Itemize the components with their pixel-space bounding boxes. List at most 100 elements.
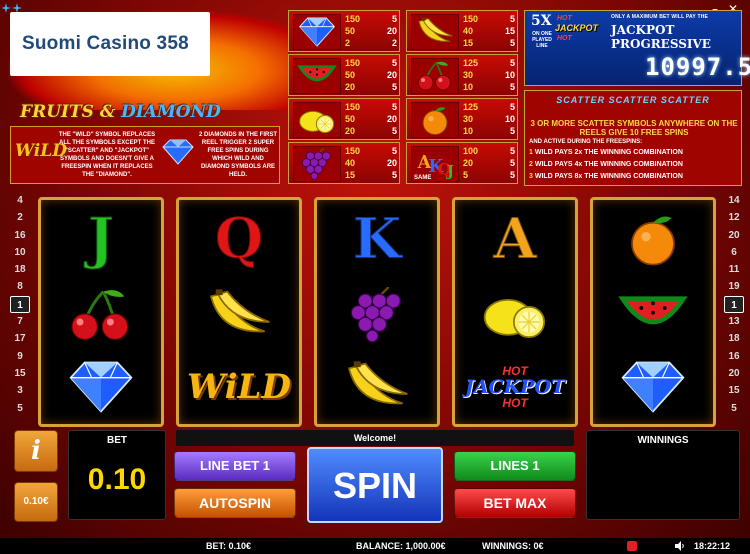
winnings-panel: WINNINGS [586, 430, 740, 520]
payout-amount: 125 [463, 58, 479, 68]
paytable-entry: A K Q J SAME 100 5 20 5 5 5 [406, 142, 518, 184]
logo-fruits: FRUITS [20, 102, 94, 122]
payline-marker[interactable]: 11 [724, 261, 744, 278]
payout-amount: 30 [463, 114, 474, 124]
wild-label: WiLD [187, 367, 291, 407]
payline-marker[interactable]: 18 [10, 261, 30, 278]
reel-5 [590, 197, 716, 427]
payline-marker[interactable]: 5 [724, 400, 744, 417]
game-logo: FRUITS & DIAMOND [8, 10, 288, 128]
symbol-wild: WiLD [179, 350, 299, 424]
welcome-message: Welcome! [176, 430, 574, 446]
rule-text: WILD PAYS 8x THE WINNING COMBINATION [534, 173, 683, 180]
symbol-letter: J [87, 205, 115, 273]
payline-marker[interactable]: 16 [724, 348, 744, 365]
payout-amount: 150 [345, 14, 361, 24]
casino-badge: Suomi Casino 358 [10, 12, 210, 76]
reel-2: Q WiLD [176, 197, 302, 427]
payout-count: 5 [509, 158, 515, 168]
payline-marker[interactable]: 19 [724, 278, 744, 295]
payline-marker[interactable]: 20 [724, 365, 744, 382]
payline-marker[interactable]: 16 [10, 227, 30, 244]
payline-marker[interactable]: 1 [10, 295, 30, 314]
payout-row: 22 [345, 37, 397, 49]
payout-count: 5 [509, 146, 515, 156]
coin-value-button[interactable]: 0.10€ [14, 482, 58, 522]
jackpot-panel: 5X ON ONE PLAYED LINE HOT JACKPOT HOT ON… [524, 10, 750, 86]
paytable-values: 150 5 40 20 15 5 [345, 145, 397, 181]
symbol-letter-k: K [317, 202, 437, 276]
payline-marker[interactable]: 4 [10, 192, 30, 209]
autospin-button[interactable]: AUTOSPIN [174, 488, 296, 518]
jackpot-multiplier-note: ON ONE PLAYED LINE [532, 31, 552, 49]
payline-marker[interactable]: 20 [724, 227, 744, 244]
paytable-values: 150 5 50 20 2 2 [345, 13, 397, 49]
payline-marker[interactable]: 1 [724, 295, 744, 314]
line-bet-button[interactable]: LINE BET 1 [174, 451, 296, 481]
symbol-banana-icon [179, 278, 299, 352]
payout-row: 20 5 [345, 125, 397, 137]
payout-count: 2 [391, 38, 397, 48]
symbol-letter-q: Q [179, 202, 299, 276]
payline-marker[interactable]: 13 [724, 313, 744, 330]
paytable: 150 5 50 20 2 2 150 5 40 15 15 5 150 5 50 20 20 5 125 5 30 10… [288, 10, 518, 186]
logo-amp: & [99, 102, 116, 122]
payout-count: 20 [386, 114, 397, 124]
payout-amount: 150 [345, 146, 361, 156]
bet-max-button[interactable]: BET MAX [454, 488, 576, 518]
payline-marker[interactable]: 14 [724, 192, 744, 209]
status-bar: BET: 0.10€ BALANCE: 1,000.00€ WINNINGS: … [0, 538, 750, 554]
wild-info-panel: WiLD THE "WILD" SYMBOL REPLACES ALL THE … [10, 126, 280, 184]
payline-marker[interactable]: 15 [10, 365, 30, 382]
payout-count: 5 [391, 126, 397, 136]
payout-row: 150 5 [345, 145, 397, 157]
payline-marker[interactable]: 15 [724, 382, 744, 399]
jackpot-title: JACKPOT PROGRESSIVE [611, 23, 711, 51]
payline-marker[interactable]: 10 [10, 244, 30, 261]
scatter-rule: 2 WILD PAYS 4x THE WINNING COMBINATION [529, 161, 739, 168]
payline-markers-right: 14 12 20 6 11 19 1 13 18 16 20 15 5 [724, 192, 744, 417]
paytable-values: 150 5 50 20 20 5 [345, 101, 397, 137]
payout-count: 5 [391, 82, 397, 92]
reel-4: A HOT JACKPOT HOT [452, 197, 578, 427]
jackpot-symbol-hot: HOT [502, 396, 528, 410]
payline-marker[interactable]: 3 [10, 382, 30, 399]
jackpot-logo: JACKPOT [555, 23, 599, 33]
payout-amount: 10 [463, 126, 474, 136]
payline-marker[interactable]: 5 [10, 400, 30, 417]
payout-amount: 50 [345, 70, 356, 80]
payout-row: 30 10 [463, 69, 515, 81]
payout-amount: 50 [345, 26, 356, 36]
jackpot-amount: 10997.5€ [645, 53, 750, 81]
speaker-icon[interactable] [674, 540, 686, 552]
payline-marker[interactable]: 2 [10, 209, 30, 226]
payout-amount: 125 [463, 102, 479, 112]
payline-marker[interactable]: 6 [724, 244, 744, 261]
payout-count: 10 [504, 70, 515, 80]
symbol-letter-j: J [41, 202, 161, 276]
status-time: 18:22:12 [694, 541, 731, 551]
symbol-jackpot: HOT JACKPOT HOT [455, 350, 575, 424]
payout-amount: 40 [463, 26, 474, 36]
paytable-entry: 125 5 30 10 10 5 [406, 54, 518, 96]
logo-diamond: DIAMOND [121, 102, 221, 122]
payline-marker[interactable]: 7 [10, 313, 30, 330]
lines-button[interactable]: LINES 1 [454, 451, 576, 481]
jackpot-symbol: HOT JACKPOT HOT [465, 364, 565, 410]
grapes-icon [293, 146, 341, 182]
payout-row: 150 5 [345, 13, 397, 25]
payout-row: 15 5 [345, 169, 397, 181]
payout-amount: 2 [345, 38, 351, 48]
payline-marker[interactable]: 18 [724, 330, 744, 347]
payline-marker[interactable]: 8 [10, 278, 30, 295]
spin-button[interactable]: SPIN [307, 447, 443, 523]
diamond-rule-text: 2 DIAMONDS IN THE FIRST REEL TRIGGER 2 S… [198, 132, 277, 178]
payline-marker[interactable]: 12 [724, 209, 744, 226]
payout-count: 5 [509, 14, 515, 24]
info-button[interactable]: i [14, 430, 58, 472]
notification-icon[interactable] [626, 540, 638, 552]
paytable-values: 150 5 40 15 15 5 [463, 13, 515, 49]
payout-row: 125 5 [463, 101, 515, 113]
payline-marker[interactable]: 9 [10, 348, 30, 365]
payline-marker[interactable]: 17 [10, 330, 30, 347]
